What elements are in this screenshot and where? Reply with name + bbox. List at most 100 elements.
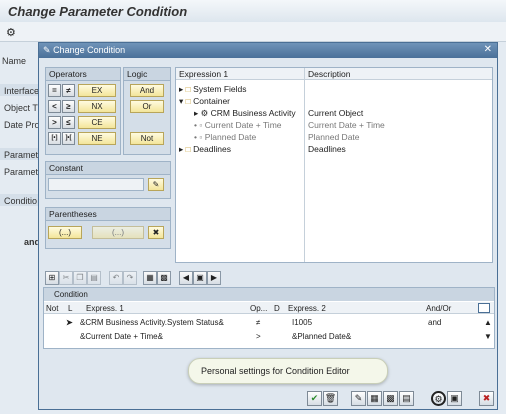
tree-desc-planned-date: Planned Date bbox=[308, 132, 360, 142]
tree-node-container[interactable]: ▾ □ Container bbox=[179, 96, 230, 107]
settings-grid-icon[interactable]: ▣ bbox=[447, 391, 462, 406]
field-icon: ▫ bbox=[199, 132, 203, 142]
and-button[interactable]: And bbox=[130, 84, 164, 97]
contains-element-button[interactable]: CE bbox=[78, 116, 116, 129]
bg-label-date: Date Pro bbox=[4, 120, 40, 130]
logic-header: Logic bbox=[124, 68, 170, 81]
toolbar: ⚙ bbox=[0, 22, 506, 42]
details-icon[interactable]: ▦ bbox=[143, 271, 157, 285]
logic-panel: Logic And Or Not bbox=[123, 67, 171, 155]
tree-desc-current-date: Current Date + Time bbox=[308, 120, 385, 130]
copy-icon[interactable]: ❐ bbox=[73, 271, 87, 285]
edit-condition-icon[interactable]: ✎ bbox=[351, 391, 366, 406]
paste-icon[interactable]: ▤ bbox=[87, 271, 101, 285]
bg-label-object: Object T bbox=[4, 103, 38, 113]
redo-icon[interactable]: ↷ bbox=[123, 271, 137, 285]
constant-input[interactable] bbox=[48, 178, 144, 191]
tree-header-description: Description bbox=[308, 69, 351, 79]
expression-tree: Expression 1 Description ▸ □ System Fiel… bbox=[175, 67, 493, 263]
tree-node-business-activity[interactable]: ▸ ⚙ CRM Business Activity bbox=[194, 108, 296, 119]
constant-header: Constant bbox=[46, 162, 170, 175]
bg-label-name: Name bbox=[2, 56, 27, 66]
col-l: L bbox=[68, 304, 73, 313]
scroll-down-icon[interactable]: ▼ bbox=[484, 332, 492, 341]
tree-header-expression: Expression 1 bbox=[179, 69, 229, 79]
tree-col-divider bbox=[304, 68, 305, 262]
parentheses-panel: Parentheses (...) (...) ✖ bbox=[45, 207, 171, 249]
col-not: Not bbox=[46, 304, 59, 313]
folder-icon: □ bbox=[185, 144, 191, 154]
not-button[interactable]: Not bbox=[130, 132, 164, 145]
condition-table: Condition Not L Express. 1 Op... D Expre… bbox=[43, 287, 495, 349]
condition-header: Condition bbox=[54, 290, 88, 299]
object-icon: ⚙ bbox=[200, 108, 209, 118]
row1-marker: ➤ bbox=[66, 318, 73, 327]
equal-button[interactable]: = bbox=[48, 84, 61, 97]
scroll-up-icon[interactable]: ▲ bbox=[484, 318, 492, 327]
field-icon: ▫ bbox=[199, 120, 203, 130]
row1-andor[interactable]: and bbox=[428, 318, 441, 327]
document-icon[interactable]: ▤ bbox=[399, 391, 414, 406]
cancel-icon[interactable]: ✖ bbox=[479, 391, 494, 406]
tree-desc-business-activity: Current Object bbox=[308, 108, 364, 118]
close-icon[interactable]: ✕ bbox=[484, 44, 492, 55]
operators-header: Operators bbox=[46, 68, 120, 81]
table-icon[interactable]: ▩ bbox=[383, 391, 398, 406]
col-d: D bbox=[274, 304, 280, 313]
less-button[interactable]: < bbox=[48, 100, 61, 113]
tree-node-system-fields[interactable]: ▸ □ System Fields bbox=[179, 84, 247, 95]
tree-node-current-date[interactable]: • ▫ Current Date + Time bbox=[194, 120, 282, 130]
structure-icon[interactable]: ▦ bbox=[367, 391, 382, 406]
display-change-icon[interactable]: ⚙ bbox=[6, 26, 16, 39]
folder-icon: □ bbox=[185, 84, 191, 94]
greater-button[interactable]: > bbox=[48, 116, 61, 129]
column-settings-icon[interactable] bbox=[478, 303, 490, 313]
cut-icon[interactable]: ✂ bbox=[59, 271, 73, 285]
remove-parentheses-button[interactable]: (...) bbox=[92, 226, 144, 239]
delete-parentheses-button[interactable]: ✖ bbox=[148, 226, 164, 239]
col-op: Op... bbox=[250, 304, 268, 313]
delete-icon[interactable]: 🗑 bbox=[323, 391, 338, 406]
row2-expr1[interactable]: &Current Date + Time& bbox=[80, 332, 163, 341]
out-range-button[interactable]: ]•[ bbox=[62, 132, 75, 145]
edit-icon: ✎ bbox=[43, 45, 51, 55]
in-range-button[interactable]: [•] bbox=[48, 132, 61, 145]
check-icon[interactable]: ✔ bbox=[307, 391, 322, 406]
folder-open-icon: □ bbox=[185, 96, 191, 106]
row1-expr1[interactable]: &CRM Business Activity.System Status& bbox=[80, 318, 224, 327]
exists-button[interactable]: EX bbox=[78, 84, 116, 97]
condition-caption-bar bbox=[44, 288, 494, 301]
pencil-icon[interactable]: ✎ bbox=[148, 178, 164, 191]
tooltip: Personal settings for Condition Editor bbox=[188, 358, 388, 384]
not-element-button[interactable]: NE bbox=[78, 132, 116, 145]
tree-node-planned-date[interactable]: • ▫ Planned Date bbox=[194, 132, 256, 142]
greater-equal-button[interactable]: ≥ bbox=[62, 100, 75, 113]
bg-label-condition: Conditio bbox=[4, 196, 38, 206]
not-exists-button[interactable]: NX bbox=[78, 100, 116, 113]
parentheses-header: Parentheses bbox=[46, 208, 170, 221]
tree-node-deadlines[interactable]: ▸ □ Deadlines bbox=[179, 144, 231, 155]
window-title: Change Parameter Condition bbox=[0, 0, 506, 22]
insert-row-icon[interactable]: ⊞ bbox=[45, 271, 59, 285]
personal-settings-icon[interactable]: ⚙ bbox=[431, 391, 446, 406]
row2-op[interactable]: > bbox=[256, 332, 261, 341]
row2-expr2[interactable]: &Planned Date& bbox=[292, 332, 351, 341]
dialog-title: Change Condition bbox=[53, 45, 126, 55]
col-andor: And/Or bbox=[426, 304, 452, 313]
row1-op[interactable]: ≠ bbox=[256, 318, 260, 327]
undo-icon[interactable]: ↶ bbox=[109, 271, 123, 285]
change-condition-dialog: ✎ Change Condition ✕ Operators = ≠ EX < … bbox=[38, 42, 498, 410]
dialog-titlebar: ✎ Change Condition ✕ bbox=[39, 43, 497, 58]
save-layout-icon[interactable]: ▣ bbox=[193, 271, 207, 285]
constant-panel: Constant ✎ bbox=[45, 161, 171, 199]
col-express1: Express. 1 bbox=[86, 304, 124, 313]
less-equal-button[interactable]: ≤ bbox=[62, 116, 75, 129]
next-icon[interactable]: ▶ bbox=[207, 271, 221, 285]
row1-expr2[interactable]: I1005 bbox=[292, 318, 312, 327]
not-equal-button[interactable]: ≠ bbox=[62, 84, 75, 97]
prev-icon[interactable]: ◀ bbox=[179, 271, 193, 285]
or-button[interactable]: Or bbox=[130, 100, 164, 113]
layout-icon[interactable]: ▩ bbox=[157, 271, 171, 285]
bg-label-interface: Interface bbox=[4, 86, 40, 96]
insert-parentheses-button[interactable]: (...) bbox=[48, 226, 82, 239]
